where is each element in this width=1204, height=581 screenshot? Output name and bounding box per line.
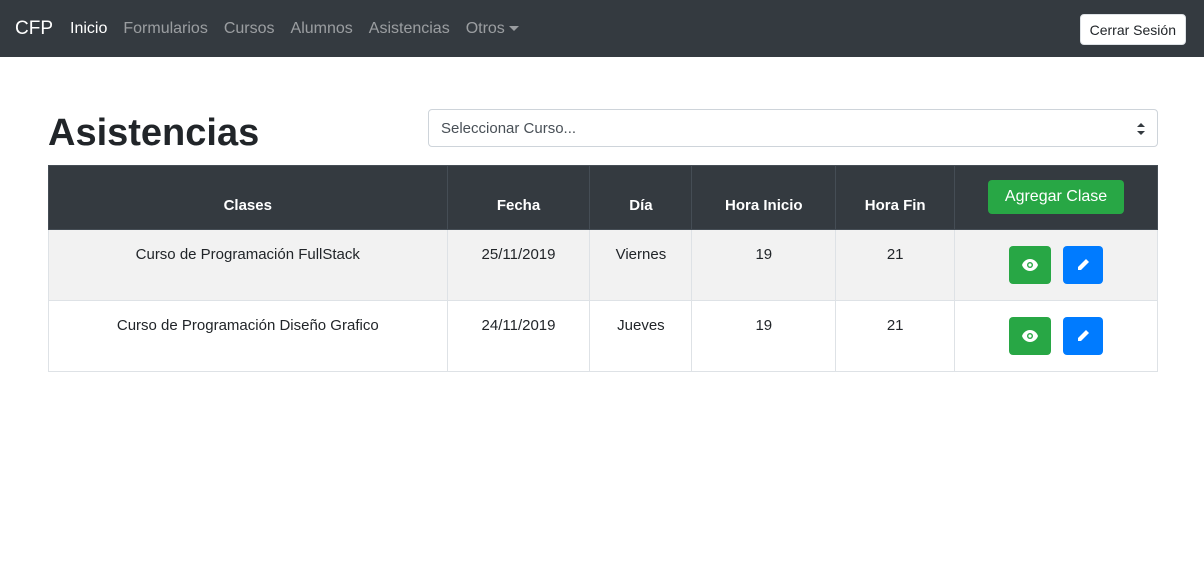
header-hora-fin: Hora Fin [835,165,956,230]
eye-icon [1021,330,1038,342]
top-navbar: CFP Inicio Formularios Cursos Alumnos As… [0,0,1204,57]
pencil-icon [1078,259,1090,270]
cell-hora-fin: 21 [835,300,956,372]
nav-link-inicio[interactable]: Inicio [62,20,115,38]
nav-links: Inicio Formularios Cursos Alumnos Asiste… [62,20,527,38]
nav-link-asistencias[interactable]: Asistencias [361,20,458,38]
cell-hora-fin: 21 [835,229,956,301]
attendance-table: Clases Fecha Día Hora Inicio Hora Fin Ag… [48,165,1158,372]
nav-dropdown-otros-label: Otros [465,19,505,37]
cell-actions [954,229,1158,301]
nav-link-formularios[interactable]: Formularios [115,20,215,38]
course-select-value: Seleccionar Curso... [441,119,577,137]
header-actions: Agregar Clase [954,165,1158,230]
logout-button[interactable]: Cerrar Sesión [1079,14,1186,45]
course-select[interactable]: Seleccionar Curso... [428,109,1158,147]
cell-clase: Curso de Programación Diseño Grafico [48,300,448,372]
cell-fecha: 25/11/2019 [446,229,591,301]
cell-clase: Curso de Programación FullStack [48,229,448,301]
view-button[interactable] [1008,246,1051,284]
header-dia: Día [589,165,693,230]
nav-link-alumnos[interactable]: Alumnos [283,20,361,38]
select-arrows-icon [1137,123,1145,135]
edit-button[interactable] [1063,246,1104,284]
view-button[interactable] [1008,317,1051,355]
cell-hora-inicio: 19 [691,300,837,372]
table-row: Curso de Programación FullStack 25/11/20… [48,229,1158,301]
eye-icon [1021,259,1038,271]
nav-link-cursos[interactable]: Cursos [216,20,283,38]
table-row: Curso de Programación Diseño Grafico 24/… [48,300,1158,372]
edit-button[interactable] [1063,317,1104,355]
header-hora-inicio: Hora Inicio [691,165,837,230]
cell-dia: Viernes [589,229,693,301]
cell-actions [954,300,1158,372]
cell-dia: Jueves [589,300,693,372]
page-title: Asistencias [48,112,260,154]
cell-hora-inicio: 19 [691,229,837,301]
brand-logo[interactable]: CFP [15,18,53,40]
table-header-row: Clases Fecha Día Hora Inicio Hora Fin Ag… [48,165,1158,230]
header-fecha: Fecha [446,165,591,230]
caret-down-icon [508,26,519,31]
pencil-icon [1078,330,1090,341]
add-class-button[interactable]: Agregar Clase [987,180,1125,214]
nav-dropdown-otros[interactable]: Otros [458,20,527,38]
cell-fecha: 24/11/2019 [446,300,591,372]
header-clases: Clases [48,165,448,230]
